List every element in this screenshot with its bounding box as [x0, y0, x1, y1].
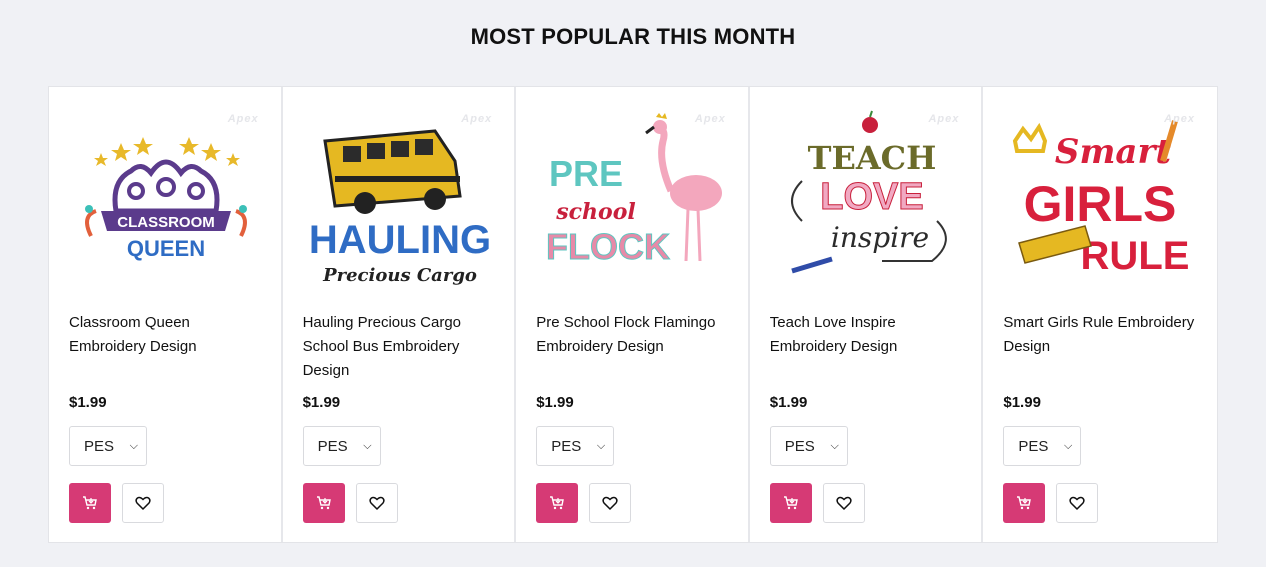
svg-text:TEACH: TEACH — [807, 139, 936, 177]
cart-icon — [83, 496, 97, 510]
add-to-wishlist-button[interactable] — [1056, 483, 1099, 523]
svg-text:FLOCK: FLOCK — [546, 226, 670, 267]
svg-text:LOVE: LOVE — [820, 176, 923, 218]
add-to-wishlist-button[interactable] — [589, 483, 632, 523]
format-value: PES — [84, 437, 115, 455]
add-to-cart-button[interactable] — [69, 483, 111, 523]
chevron-down-icon: ⌵ — [363, 439, 372, 452]
svg-text:QUEEN: QUEEN — [127, 236, 205, 261]
format-value: PES — [551, 437, 582, 455]
chevron-down-icon: ⌵ — [129, 439, 138, 452]
section-title: MOST POPULAR THIS MONTH — [470, 24, 796, 49]
watermark-logo: Apex — [461, 113, 493, 125]
add-to-wishlist-button[interactable] — [122, 483, 164, 523]
cart-icon — [783, 496, 798, 510]
product-title[interactable]: Smart Girls Rule Embroidery Design — [1003, 311, 1199, 359]
chevron-down-icon: ⌵ — [596, 439, 606, 452]
add-to-cart-button[interactable] — [302, 483, 345, 523]
heart-icon — [135, 496, 151, 511]
svg-text:Smart: Smart — [1055, 132, 1171, 172]
format-select[interactable]: PES ⌵ — [536, 426, 615, 466]
format-select[interactable]: PES ⌵ — [1003, 426, 1082, 466]
cart-icon — [316, 496, 331, 510]
product-price: $1.99 — [536, 394, 574, 411]
format-select[interactable]: PES ⌵ — [69, 426, 147, 466]
svg-text:RULE: RULE — [1081, 234, 1190, 278]
product-card: Smart GIRLS RULE Apex Smart Girls Rule E… — [983, 87, 1217, 542]
watermark-logo: Apex — [227, 113, 259, 125]
watermark-logo: Apex — [1164, 113, 1195, 125]
heart-icon — [602, 496, 618, 511]
svg-text:CLASSROOM: CLASSROOM — [117, 214, 215, 231]
format-select[interactable]: PES ⌵ — [302, 426, 381, 466]
product-grid: CLASSROOM QUEEN Apex Classroom Queen Emb… — [48, 86, 1218, 543]
product-card: PRE school FLOCK Apex Pre School Flock F… — [516, 87, 750, 542]
watermark-logo: Apex — [694, 113, 726, 125]
heart-icon — [368, 496, 385, 511]
format-value: PES — [784, 437, 815, 455]
format-value: PES — [1018, 437, 1049, 455]
chevron-down-icon: ⌵ — [1064, 439, 1073, 452]
product-title[interactable]: Classroom Queen Embroidery Design — [69, 311, 265, 359]
add-to-wishlist-button[interactable] — [355, 483, 398, 523]
svg-text:HAULING: HAULING — [308, 218, 490, 262]
heart-icon — [836, 496, 852, 511]
product-title[interactable]: Pre School Flock Flamingo Embroidery Des… — [536, 311, 732, 359]
cart-icon — [550, 496, 565, 510]
format-value: PES — [317, 437, 348, 455]
product-price: $1.99 — [769, 394, 808, 411]
svg-text:PRE: PRE — [549, 153, 623, 194]
product-title[interactable]: Teach Love Inspire Embroidery Design — [770, 311, 966, 359]
heart-icon — [1069, 496, 1085, 511]
svg-text:Precious Cargo: Precious Cargo — [322, 265, 477, 286]
svg-text:GIRLS: GIRLS — [1024, 176, 1177, 232]
add-to-cart-button[interactable] — [536, 483, 579, 523]
add-to-cart-button[interactable] — [1003, 483, 1046, 523]
product-card: HAULING Precious Cargo Apex Hauling Prec… — [283, 87, 517, 542]
product-price: $1.99 — [1003, 394, 1041, 411]
chevron-down-icon: ⌵ — [830, 439, 839, 452]
product-card: CLASSROOM QUEEN Apex Classroom Queen Emb… — [49, 87, 283, 542]
cart-icon — [1017, 496, 1032, 510]
product-image[interactable]: PRE school FLOCK — [528, 101, 738, 291]
format-select[interactable]: PES ⌵ — [769, 426, 848, 466]
add-to-cart-button[interactable] — [769, 483, 812, 523]
product-image[interactable]: TEACH LOVE inspire — [762, 101, 972, 291]
product-price: $1.99 — [302, 394, 341, 411]
svg-text:inspire: inspire — [831, 221, 929, 254]
product-image[interactable]: HAULING Precious Cargo — [295, 101, 505, 291]
product-image[interactable]: Smart GIRLS RULE — [995, 101, 1205, 291]
product-image[interactable]: CLASSROOM QUEEN — [61, 101, 271, 291]
add-to-wishlist-button[interactable] — [822, 483, 865, 523]
watermark-logo: Apex — [928, 113, 960, 125]
product-price: $1.99 — [69, 394, 107, 411]
product-card: TEACH LOVE inspire Apex Teach Love Inspi… — [750, 87, 984, 542]
product-title[interactable]: Hauling Precious Cargo School Bus Embroi… — [303, 311, 499, 383]
svg-text:school: school — [555, 199, 635, 225]
